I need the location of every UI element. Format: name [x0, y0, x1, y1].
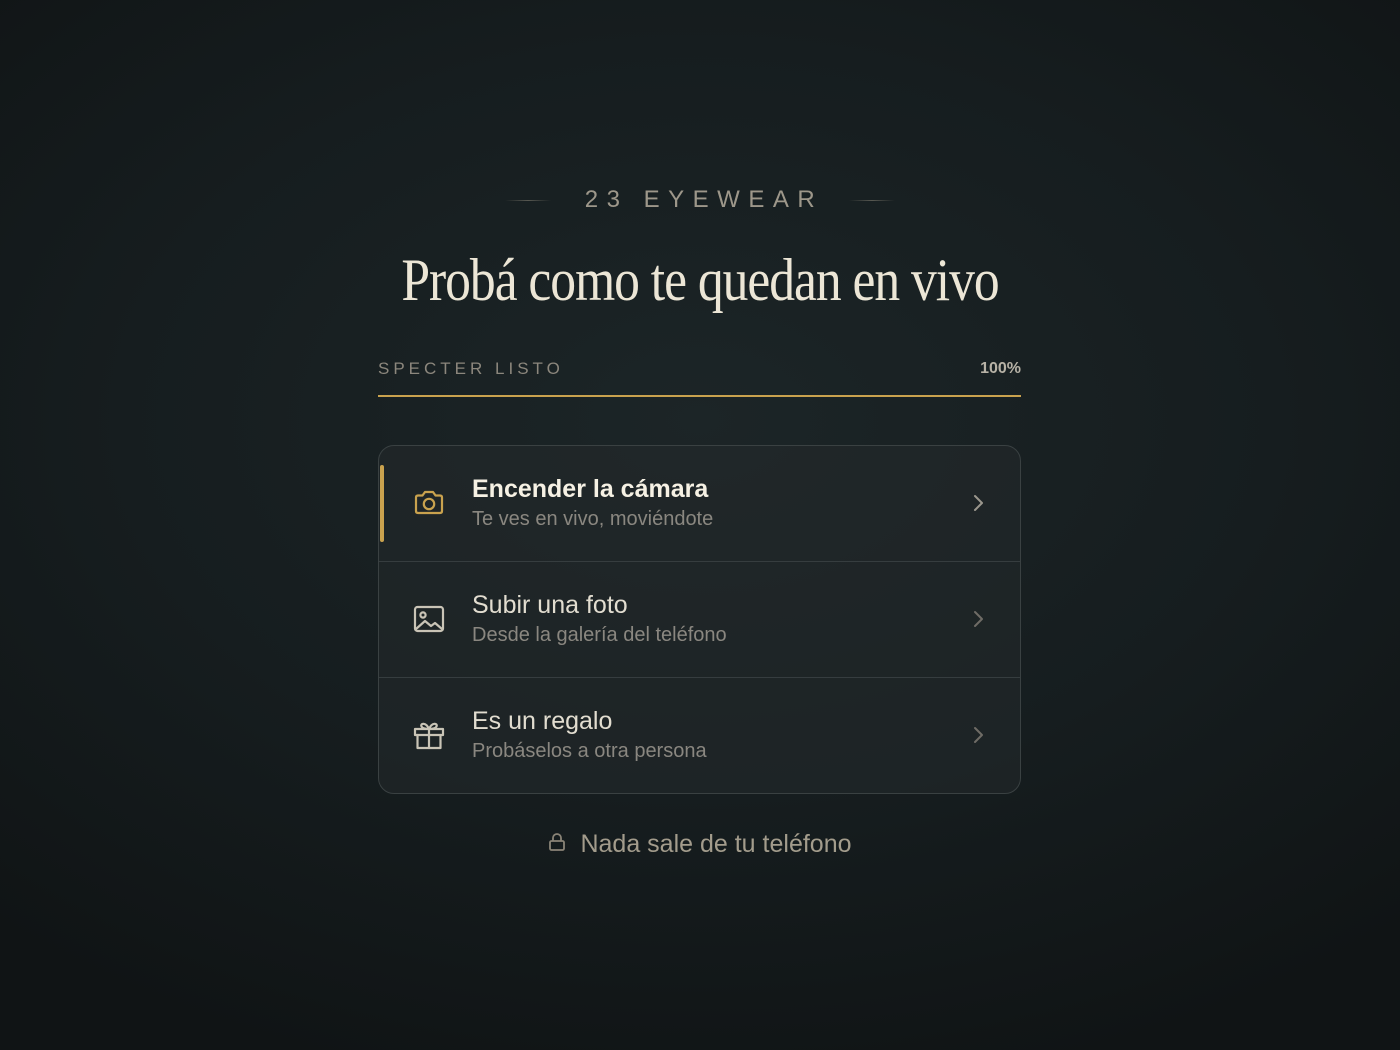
option-upload-title: Subir una foto: [472, 591, 628, 619]
privacy-note-text: Nada sale de tu teléfono: [580, 830, 852, 858]
image-icon: [412, 602, 446, 636]
options-card: Encender la cámara Te ves en vivo, movié…: [378, 445, 1021, 794]
camera-icon: [412, 486, 446, 520]
option-upload-photo[interactable]: Subir una foto Desde la galería del telé…: [379, 561, 1020, 677]
option-gift-subtitle: Probáselos a otra persona: [472, 740, 707, 762]
option-camera[interactable]: Encender la cámara Te ves en vivo, movié…: [379, 446, 1020, 561]
option-gift-title: Es un regalo: [472, 707, 613, 735]
brand-header: 23 EYEWEAR: [0, 186, 1400, 214]
progress-section: SPECTER LISTO 100%: [378, 358, 1021, 397]
progress-label: SPECTER LISTO: [378, 359, 564, 378]
brand-name: 23 EYEWEAR: [584, 186, 824, 213]
brand-divider-left: [504, 199, 551, 201]
option-upload-subtitle: Desde la galería del teléfono: [472, 624, 727, 646]
option-camera-subtitle: Te ves en vivo, moviéndote: [472, 508, 714, 530]
chevron-right-icon: [970, 493, 986, 513]
progress-value: 100%: [980, 360, 1021, 377]
gift-icon: [412, 718, 446, 752]
brand-divider-right: [849, 199, 896, 201]
option-gift[interactable]: Es un regalo Probáselos a otra persona: [379, 677, 1020, 793]
progress-bar: [378, 395, 1021, 397]
option-camera-title: Encender la cámara: [472, 475, 709, 503]
privacy-note: Nada sale de tu teléfono: [0, 830, 1400, 859]
lock-icon: [548, 832, 566, 857]
chevron-right-icon: [970, 609, 986, 629]
chevron-right-icon: [970, 725, 986, 745]
page-title: Probá como te quedan en vivo: [401, 247, 999, 313]
progress-bar-fill: [378, 395, 1021, 397]
